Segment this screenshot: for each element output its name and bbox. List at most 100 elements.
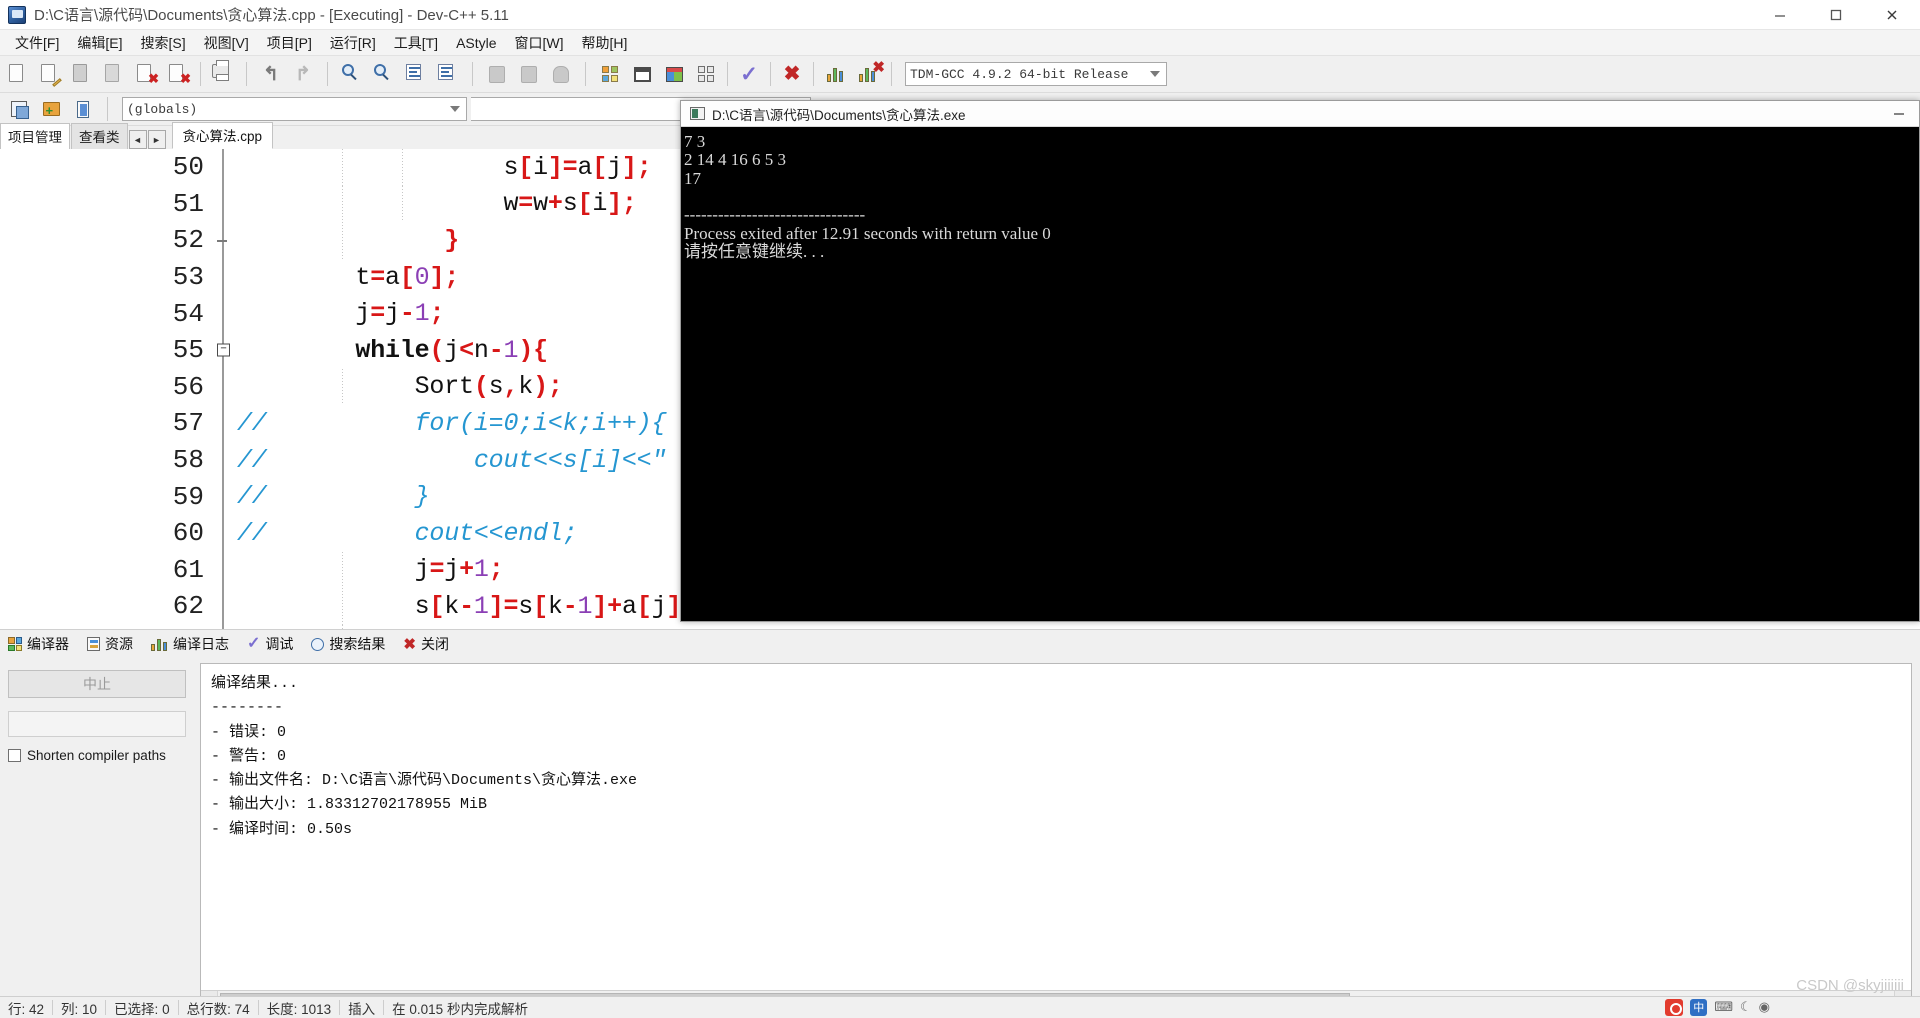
- status-parse-time: 在 0.015 秒内完成解析: [392, 1001, 528, 1017]
- fold-column[interactable]: [215, 478, 237, 515]
- fold-column[interactable]: [215, 149, 237, 186]
- menu-view[interactable]: 视图[V]: [195, 30, 258, 56]
- indent-guide: [342, 588, 343, 625]
- add-to-project-button[interactable]: +: [37, 96, 65, 123]
- print-button[interactable]: [208, 60, 236, 88]
- compile-run-button[interactable]: [660, 61, 688, 88]
- tab-class-browser[interactable]: 查看类: [71, 123, 128, 149]
- close-file-button[interactable]: ✖: [133, 61, 161, 88]
- close-button[interactable]: [1864, 0, 1920, 30]
- undo-button[interactable]: ↰: [257, 61, 285, 88]
- close-all-button[interactable]: ✖: [165, 61, 193, 88]
- tab-nav-prev-button[interactable]: ◄: [128, 130, 147, 149]
- remove-from-project-button[interactable]: [69, 96, 97, 123]
- save-all-button[interactable]: [101, 61, 129, 88]
- rebuild-button[interactable]: [692, 61, 720, 88]
- menu-tools[interactable]: 工具[T]: [385, 30, 447, 56]
- redo-button[interactable]: ↱: [289, 61, 317, 88]
- console-app-icon: [690, 107, 705, 120]
- stop-execution-button[interactable]: ✖: [778, 61, 806, 88]
- fold-column[interactable]: [215, 441, 237, 479]
- code-text: t=a[0];: [237, 262, 460, 292]
- console-minimize-button[interactable]: [1879, 101, 1919, 127]
- tray-moon-icon[interactable]: ☾: [1740, 999, 1752, 1015]
- resource-icon: [87, 637, 100, 651]
- tab-nav-next-button[interactable]: ►: [147, 130, 166, 149]
- save-file-button[interactable]: [69, 61, 97, 88]
- panel-tab-compiler[interactable]: 编译器: [8, 634, 69, 654]
- panel-tab-search-results[interactable]: 搜索结果: [311, 634, 385, 654]
- tray-notification-icon[interactable]: [1665, 998, 1684, 1016]
- tab-project-manager[interactable]: 项目管理: [0, 123, 70, 149]
- panel-tab-search-results-label: 搜索结果: [329, 636, 386, 652]
- line-number: 58: [172, 445, 204, 476]
- menu-project[interactable]: 项目[P]: [258, 30, 321, 56]
- toolbar-separator: [200, 62, 201, 86]
- tray-ime-icon[interactable]: 中: [1690, 998, 1708, 1016]
- menu-edit[interactable]: 编辑[E]: [68, 30, 131, 56]
- fold-column[interactable]: [215, 551, 237, 589]
- delete-profile-button[interactable]: ✖: [853, 60, 885, 88]
- toolbar-separator: [246, 62, 247, 86]
- fold-column[interactable]: [215, 514, 237, 552]
- run-button[interactable]: [628, 61, 656, 88]
- forward-button[interactable]: [515, 61, 543, 88]
- abort-button[interactable]: 中止: [8, 670, 186, 698]
- menu-astyle[interactable]: AStyle: [447, 32, 505, 54]
- panel-tab-resource[interactable]: 资源: [87, 634, 133, 654]
- search-icon: [342, 64, 354, 76]
- debug-step-button[interactable]: [547, 61, 575, 88]
- bottom-panel: 中止 Shorten compiler paths 编译结果... ------…: [0, 658, 1920, 1008]
- fold-column[interactable]: [215, 295, 237, 332]
- status-col: 列: 10: [61, 1001, 98, 1017]
- fold-column[interactable]: [215, 588, 237, 625]
- status-insert-mode: 插入: [348, 1001, 376, 1017]
- menu-help[interactable]: 帮助[H]: [573, 30, 637, 56]
- profile-button[interactable]: [821, 61, 849, 88]
- shorten-paths-row[interactable]: Shorten compiler paths: [8, 748, 192, 763]
- fold-column[interactable]: [215, 405, 237, 442]
- panel-tab-debug[interactable]: ✓ 调试: [247, 634, 293, 654]
- open-file-button[interactable]: [37, 61, 65, 88]
- compile-button[interactable]: [596, 61, 624, 88]
- new-file-button[interactable]: [5, 61, 33, 88]
- replace-button[interactable]: [434, 61, 462, 88]
- fold-column[interactable]: [215, 222, 237, 259]
- menu-search[interactable]: 搜索[S]: [131, 30, 194, 56]
- fold-column[interactable]: [215, 368, 237, 406]
- panel-tab-compile-log[interactable]: 编译日志: [151, 634, 229, 654]
- back-button[interactable]: [483, 61, 511, 88]
- fold-toggle-icon[interactable]: −: [217, 343, 230, 357]
- fold-column[interactable]: −: [215, 331, 237, 369]
- fold-column[interactable]: [215, 258, 237, 296]
- editor-file-tab[interactable]: 贪心算法.cpp: [171, 122, 274, 149]
- replace-icon: [438, 64, 453, 80]
- add-folder-icon: +: [42, 102, 60, 117]
- bottom-panel-controls: 中止 Shorten compiler paths: [0, 658, 200, 1008]
- menu-window[interactable]: 窗口[W]: [506, 30, 573, 56]
- find-button[interactable]: [338, 61, 366, 88]
- fold-guide-line: [222, 588, 224, 625]
- tray-circle-icon[interactable]: ◉: [1759, 999, 1770, 1015]
- panel-tab-close[interactable]: ✖ 关闭: [403, 634, 449, 654]
- fold-guide-line: [222, 405, 224, 442]
- find-next-button[interactable]: [370, 61, 398, 88]
- compiler-select[interactable]: TDM-GCC 4.9.2 64-bit Release: [905, 62, 1167, 86]
- run-icon: [633, 66, 651, 82]
- syntax-check-button[interactable]: ✓: [735, 61, 763, 88]
- shorten-paths-checkbox[interactable]: [8, 749, 21, 762]
- compile-log-area[interactable]: 编译结果... -------- - 错误: 0 - 警告: 0 - 输出文件名…: [200, 663, 1912, 1008]
- menu-file[interactable]: 文件[F]: [6, 30, 68, 56]
- menu-run[interactable]: 运行[R]: [321, 30, 385, 56]
- new-project-button[interactable]: [5, 96, 33, 123]
- scope-select[interactable]: (globals): [122, 97, 467, 121]
- file-toolbar-group: ✖ ✖: [0, 59, 241, 89]
- fold-column[interactable]: [215, 185, 237, 223]
- minimize-button[interactable]: [1752, 0, 1808, 30]
- stop-icon: ✖: [783, 63, 801, 85]
- console-window[interactable]: D:\C语言\源代码\Documents\贪心算法.exe 7 3 2 14 4…: [680, 100, 1920, 622]
- maximize-button[interactable]: [1808, 0, 1864, 30]
- chevron-down-icon: [1150, 71, 1160, 77]
- tray-keyboard-icon[interactable]: ⌨: [1714, 999, 1733, 1015]
- goto-line-button[interactable]: [402, 61, 430, 88]
